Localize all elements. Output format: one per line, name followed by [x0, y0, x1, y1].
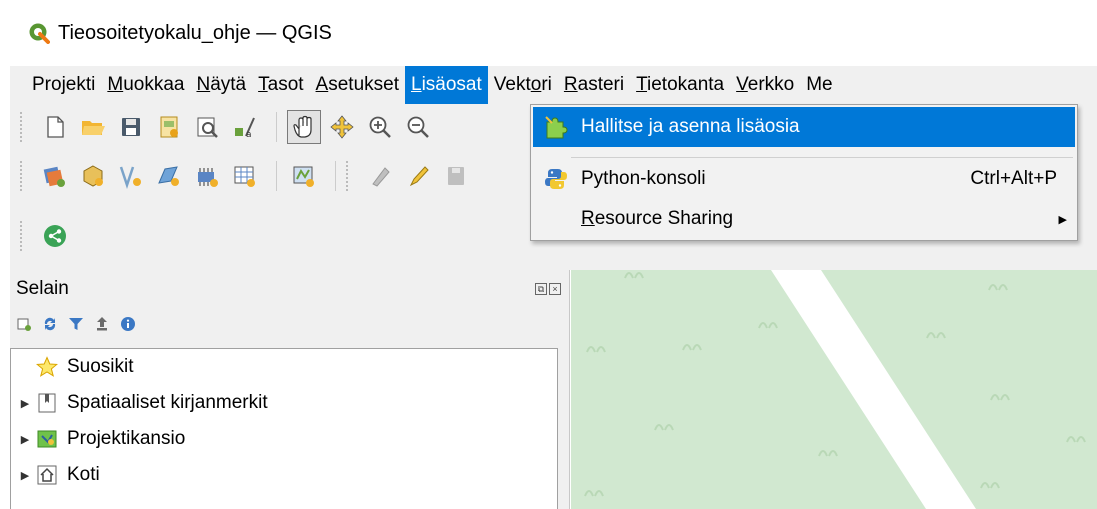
tree-item-label: Suosikit — [67, 356, 134, 377]
menu-item-resource-sharing[interactable]: Resource Sharing ▶ — [533, 199, 1075, 239]
puzzle-icon — [541, 112, 571, 142]
menu-tasot[interactable]: Tasot — [252, 66, 309, 104]
toolbar-grip[interactable] — [346, 161, 352, 191]
tree-item-label: Koti — [67, 464, 100, 485]
save-layer-edits-icon[interactable] — [440, 159, 474, 193]
menu-separator — [571, 157, 1073, 158]
menu-item-icon-placeholder — [541, 204, 571, 234]
bookmark-icon — [35, 391, 59, 415]
menu-item-manage-install-plugins[interactable]: Hallitse ja asenna lisäosia — [533, 107, 1075, 147]
browser-tools — [10, 308, 569, 340]
add-vector-layer-icon[interactable] — [287, 159, 321, 193]
new-spatialite-layer-icon[interactable] — [114, 159, 148, 193]
tree-item-koti[interactable]: ▶ Koti — [11, 457, 100, 493]
layout-manager-icon[interactable] — [190, 110, 224, 144]
menu-vektori[interactable]: Vektori — [488, 66, 558, 104]
new-virtual-layer-icon[interactable] — [228, 159, 262, 193]
menu-mesh[interactable]: Me — [800, 66, 838, 104]
pan-to-selection-icon[interactable] — [325, 110, 359, 144]
menu-item-label: Python-konsoli — [581, 168, 706, 189]
collapse-all-icon[interactable] — [92, 314, 112, 334]
pan-hand-icon[interactable] — [287, 110, 321, 144]
add-selected-layers-icon[interactable] — [14, 314, 34, 334]
new-temporary-scratch-layer-icon[interactable] — [190, 159, 224, 193]
filter-icon[interactable] — [66, 314, 86, 334]
data-source-manager-icon[interactable] — [38, 159, 72, 193]
map-canvas[interactable] — [571, 270, 1097, 509]
browser-panel-header: Selain ⧉ × — [10, 270, 569, 308]
expand-arrow-icon[interactable]: ▶ — [15, 469, 35, 482]
current-edits-icon[interactable] — [364, 159, 398, 193]
new-memory-layer-icon[interactable] — [152, 159, 186, 193]
svg-text:a: a — [246, 130, 252, 140]
toolbar-separator — [335, 161, 336, 191]
expand-arrow-icon[interactable]: ▶ — [15, 397, 35, 410]
toolbar-grip[interactable] — [20, 221, 26, 251]
open-project-icon[interactable] — [76, 110, 110, 144]
menu-item-label: Resource Sharing — [581, 208, 734, 229]
tree-item-label: Projektikansio — [67, 428, 186, 449]
toolbar-separator — [276, 161, 277, 191]
toolbar-separator — [276, 112, 277, 142]
star-icon — [35, 355, 59, 379]
zoom-out-icon[interactable] — [401, 110, 435, 144]
expand-arrow-icon[interactable]: ▶ — [15, 433, 35, 446]
title-bar: Tieosoitetyokalu_ohje — QGIS — [10, 0, 1097, 66]
info-icon[interactable] — [118, 314, 138, 334]
new-project-icon[interactable] — [38, 110, 72, 144]
plugins-menu-dropdown: Hallitse ja asenna lisäosia Python-konso… — [530, 104, 1078, 241]
tree-item-projektikansio[interactable]: ▶ Projektikansio — [11, 421, 186, 457]
refresh-icon[interactable] — [40, 314, 60, 334]
tree-item-label: Spatiaaliset kirjanmerkit — [67, 392, 268, 413]
qgis-logo-icon — [29, 23, 50, 44]
map-rendering — [571, 270, 1097, 509]
menu-muokkaa[interactable]: Muokkaa — [101, 66, 190, 104]
toolbar-grip[interactable] — [20, 161, 26, 191]
panel-title: Selain — [16, 278, 69, 299]
style-manager-icon[interactable]: a — [228, 110, 262, 144]
menu-lisaosat[interactable]: Lisäosat — [405, 66, 488, 104]
menu-item-label: Hallitse ja asenna lisäosia — [581, 116, 800, 137]
save-project-icon[interactable] — [114, 110, 148, 144]
window-title: Tieosoitetyokalu_ohje — QGIS — [58, 21, 332, 44]
browser-panel: Selain ⧉ × ▶ Suosikit ▶ Spatiaaliset kir… — [10, 270, 570, 509]
float-panel-icon[interactable]: ⧉ — [535, 283, 547, 295]
browser-tree: ▶ Suosikit ▶ Spatiaaliset kirjanmerkit ▶… — [10, 348, 558, 509]
menu-item-shortcut: Ctrl+Alt+P — [970, 168, 1057, 189]
toggle-editing-pencil-icon[interactable] — [402, 159, 436, 193]
new-print-layout-icon[interactable] — [152, 110, 186, 144]
menu-tietokanta[interactable]: Tietokanta — [630, 66, 730, 104]
submenu-arrow-icon: ▶ — [1058, 213, 1067, 226]
share-icon[interactable] — [38, 219, 72, 253]
zoom-in-icon[interactable] — [363, 110, 397, 144]
tree-item-spatiaaliset-kirjanmerkit[interactable]: ▶ Spatiaaliset kirjanmerkit — [11, 385, 268, 421]
new-geopackage-layer-icon[interactable] — [76, 159, 110, 193]
home-icon — [35, 463, 59, 487]
project-folder-icon — [35, 427, 59, 451]
python-icon — [541, 164, 571, 194]
menu-projekti[interactable]: Projekti — [26, 66, 101, 104]
menu-rasteri[interactable]: Rasteri — [558, 66, 630, 104]
menu-bar: Projekti Muokkaa Näytä Tasot Asetukset L… — [10, 66, 1097, 104]
menu-item-python-console[interactable]: Python-konsoli Ctrl+Alt+P — [533, 159, 1075, 199]
menu-nayta[interactable]: Näytä — [190, 66, 252, 104]
menu-verkko[interactable]: Verkko — [730, 66, 800, 104]
tree-item-suosikit[interactable]: ▶ Suosikit — [11, 349, 134, 385]
menu-asetukset[interactable]: Asetukset — [310, 66, 405, 104]
close-panel-icon[interactable]: × — [549, 283, 561, 295]
toolbar-grip[interactable] — [20, 112, 26, 142]
